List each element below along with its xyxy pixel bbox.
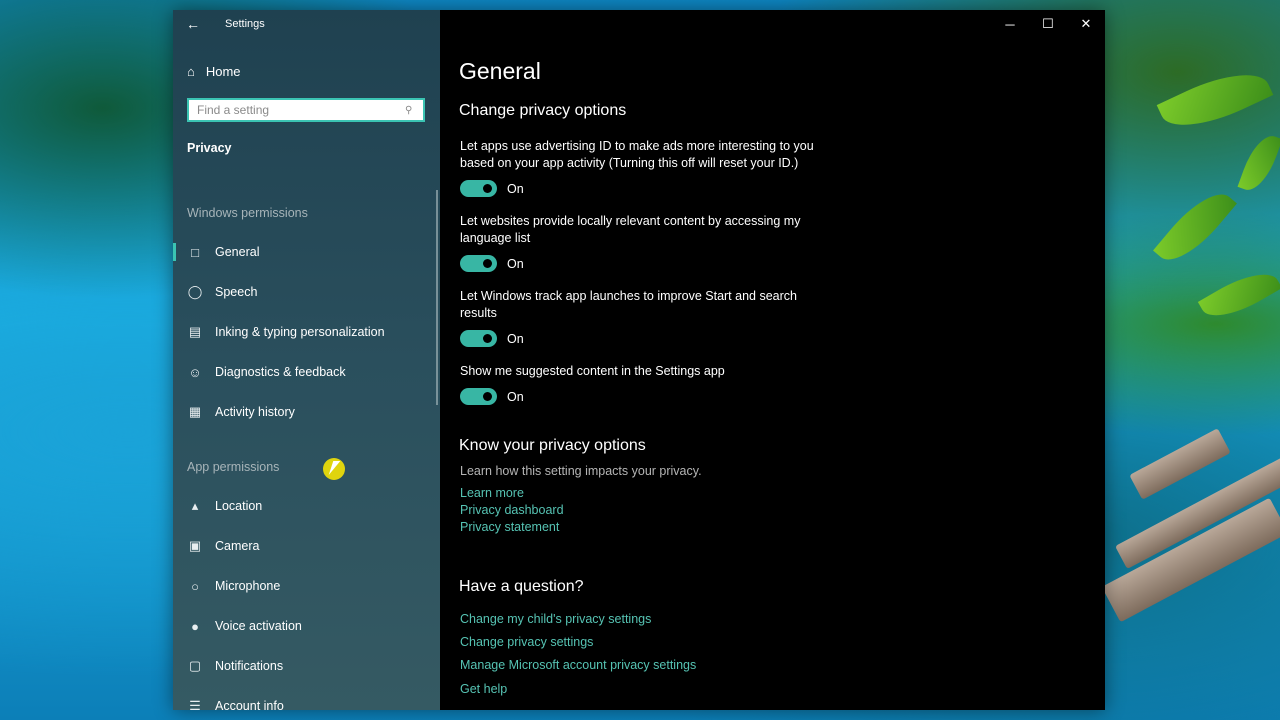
- change-privacy-settings-link[interactable]: Change privacy settings: [460, 635, 593, 649]
- sidebar-item-location[interactable]: ▴ Location: [173, 486, 440, 526]
- app-title: Settings: [225, 18, 265, 30]
- sidebar-item-camera[interactable]: ▣ Camera: [173, 526, 440, 566]
- maximize-button[interactable]: ☐: [1029, 10, 1067, 38]
- back-arrow-icon: ←: [186, 16, 200, 32]
- toggle-state: On: [507, 181, 524, 196]
- option-toggle-row: On: [460, 180, 524, 197]
- option-toggle-row: On: [460, 388, 524, 405]
- leaf-decoration: [1237, 130, 1280, 196]
- mouse-cursor-icon: [323, 458, 345, 480]
- sidebar-item-label: Account info: [215, 699, 284, 710]
- leaf-decoration: [1156, 58, 1274, 142]
- history-icon: ▦: [188, 404, 202, 419]
- sidebar-item-label: Notifications: [215, 659, 284, 673]
- sidebar-item-voice-activation[interactable]: ● Voice activation: [173, 606, 440, 646]
- sidebar-scrollbar[interactable]: [436, 190, 438, 405]
- sidebar-item-label: Speech: [215, 285, 258, 299]
- main-content: ─ ☐ ✕ General Change privacy options Let…: [440, 10, 1105, 710]
- manage-account-privacy-link[interactable]: Manage Microsoft account privacy setting…: [460, 658, 696, 672]
- leaf-decoration: [1153, 181, 1237, 273]
- speech-icon: ◯: [187, 284, 203, 299]
- sidebar-item-label: Activity history: [215, 405, 295, 419]
- change-privacy-heading: Change privacy options: [459, 102, 627, 119]
- dock-decoration: [1100, 420, 1280, 623]
- window-controls: ─ ☐ ✕: [991, 10, 1105, 38]
- sidebar: ← Settings ⌂ Home ⚲ Privacy Windows perm…: [173, 10, 440, 710]
- leaf-decoration: [1197, 262, 1280, 328]
- search-icon[interactable]: ⚲: [405, 105, 423, 116]
- privacy-dashboard-link[interactable]: Privacy dashboard: [460, 503, 564, 517]
- account-icon: ☰: [189, 698, 201, 710]
- settings-window: ← Settings ⌂ Home ⚲ Privacy Windows perm…: [173, 10, 1105, 710]
- section-title: Privacy: [187, 141, 232, 155]
- sidebar-item-label: Diagnostics & feedback: [215, 365, 346, 379]
- option-description: Show me suggested content in the Setting…: [460, 364, 725, 378]
- toggle-state: On: [507, 256, 524, 271]
- sidebar-item-microphone[interactable]: ○ Microphone: [173, 566, 440, 606]
- voice-icon: ●: [191, 618, 199, 634]
- privacy-statement-link[interactable]: Privacy statement: [460, 520, 559, 534]
- search-input[interactable]: [189, 103, 405, 117]
- title-bar: ← Settings: [173, 10, 265, 38]
- page-title: General: [459, 58, 541, 84]
- sidebar-item-label: Voice activation: [215, 619, 302, 633]
- sidebar-item-general[interactable]: □ General: [173, 232, 440, 272]
- microphone-icon: ○: [191, 578, 199, 594]
- home-nav-item[interactable]: ⌂ Home: [187, 60, 241, 82]
- toggle-state: On: [507, 331, 524, 346]
- learn-more-link[interactable]: Learn more: [460, 486, 524, 500]
- windows-permissions-label: Windows permissions: [187, 206, 308, 220]
- track-app-launches-toggle[interactable]: [460, 330, 497, 347]
- sidebar-item-diagnostics[interactable]: ☺ Diagnostics & feedback: [173, 352, 440, 392]
- child-privacy-link[interactable]: Change my child's privacy settings: [460, 612, 651, 626]
- sidebar-item-label: Inking & typing personalization: [215, 325, 385, 339]
- option-description: Let Windows track app launches to improv…: [460, 289, 797, 320]
- camera-icon: ▣: [188, 538, 202, 553]
- toggle-state: On: [507, 389, 524, 404]
- feedback-icon: ☺: [188, 364, 202, 380]
- sidebar-item-account-info[interactable]: ☰ Account info: [173, 686, 440, 710]
- back-button[interactable]: ←: [173, 10, 213, 38]
- option-description: Let websites provide locally relevant co…: [460, 214, 801, 245]
- notifications-icon: ▢: [188, 658, 202, 673]
- lock-icon: □: [191, 244, 199, 260]
- know-privacy-heading: Know your privacy options: [459, 437, 646, 454]
- sidebar-item-inking[interactable]: ▤ Inking & typing personalization: [173, 312, 440, 352]
- option-toggle-row: On: [460, 255, 524, 272]
- know-privacy-description: Learn how this setting impacts your priv…: [460, 464, 702, 478]
- close-button[interactable]: ✕: [1067, 10, 1105, 38]
- sidebar-item-speech[interactable]: ◯ Speech: [173, 272, 440, 312]
- sidebar-item-label: Microphone: [215, 579, 281, 593]
- have-question-heading: Have a question?: [459, 578, 584, 595]
- sidebar-item-activity-history[interactable]: ▦ Activity history: [173, 392, 440, 432]
- windows-permissions-nav: □ General ◯ Speech ▤ Inking & typing per…: [173, 232, 440, 432]
- notepad-icon: ▤: [188, 324, 202, 339]
- language-list-toggle[interactable]: [460, 255, 497, 272]
- sidebar-item-label: General: [215, 245, 260, 259]
- app-permissions-label: App permissions: [187, 460, 280, 474]
- option-description: Let apps use advertising ID to make ads …: [460, 139, 814, 170]
- minimize-button[interactable]: ─: [991, 10, 1029, 38]
- app-permissions-nav: ▴ Location ▣ Camera ○ Microphone ● Voice…: [173, 486, 440, 710]
- home-label: Home: [205, 63, 241, 79]
- get-help-link[interactable]: Get help: [460, 682, 507, 696]
- sidebar-item-notifications[interactable]: ▢ Notifications: [173, 646, 440, 686]
- sidebar-item-label: Location: [215, 499, 263, 513]
- suggested-content-toggle[interactable]: [460, 388, 497, 405]
- sidebar-item-label: Camera: [215, 539, 260, 553]
- home-icon: ⌂: [187, 63, 195, 79]
- search-box[interactable]: ⚲: [187, 98, 425, 122]
- advertising-id-toggle[interactable]: [460, 180, 497, 197]
- location-icon: ▴: [191, 498, 199, 513]
- option-toggle-row: On: [460, 330, 524, 347]
